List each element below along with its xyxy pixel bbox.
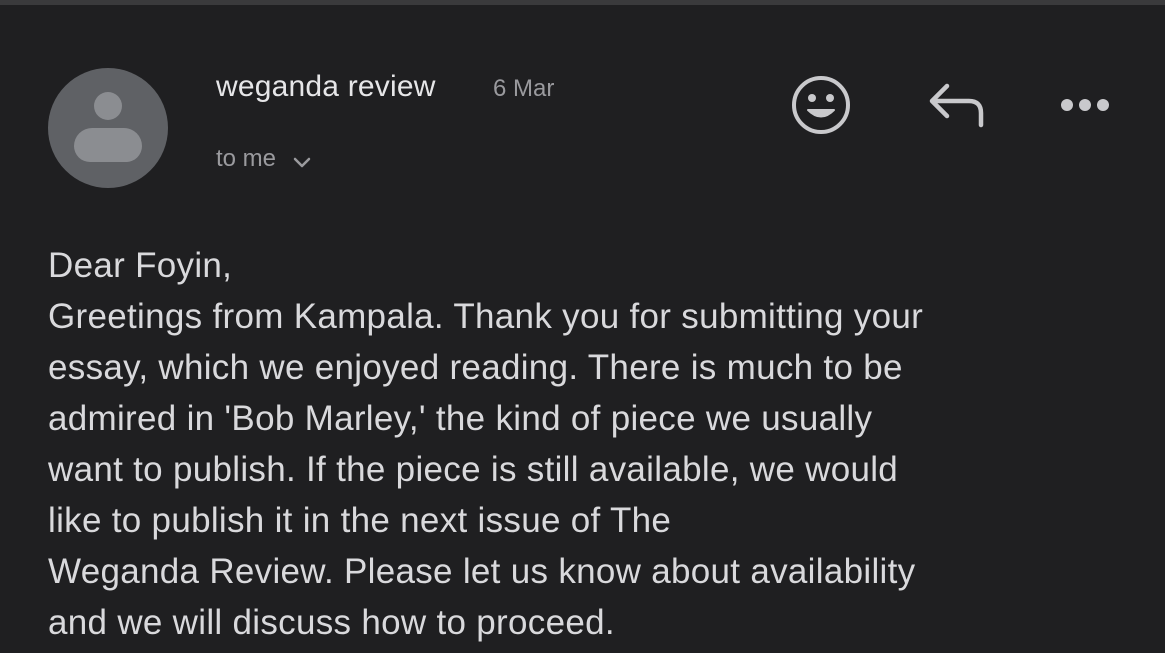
recipient-toggle[interactable]: to me: [216, 143, 314, 175]
email-body-line: like to publish it in the next issue of …: [48, 501, 672, 540]
sender-name[interactable]: weganda review: [216, 70, 436, 104]
emoji-reaction-button[interactable]: [788, 72, 854, 138]
sender-avatar[interactable]: [48, 68, 168, 188]
email-body-line: Greetings from Kampala. Thank you for su…: [48, 297, 924, 336]
email-body-line: Dear Foyin,: [48, 246, 233, 285]
email-body-line: essay, which we enjoyed reading. There i…: [48, 348, 903, 387]
person-icon-head: [94, 92, 122, 120]
email-body-line: admired in 'Bob Marley,' the kind of pie…: [48, 399, 873, 438]
email-view: weganda review 6 Mar to me Dear Foyin, G…: [0, 0, 1165, 653]
reply-button[interactable]: [922, 76, 988, 134]
more-horizontal-icon: [1061, 99, 1109, 111]
email-body-line: and we will discuss how to proceed.: [48, 603, 615, 642]
email-body: Dear Foyin, Greetings from Kampala. Than…: [48, 240, 1148, 648]
chevron-down-icon: [293, 157, 311, 168]
email-body-line: Weganda Review. Please let us know about…: [48, 552, 916, 591]
top-divider: [0, 0, 1165, 5]
person-icon-body: [74, 128, 142, 162]
email-date: 6 Mar: [493, 75, 555, 102]
recipient-label: to me: [216, 145, 277, 172]
reply-icon: [929, 83, 984, 128]
email-body-line: want to publish. If the piece is still a…: [48, 450, 899, 489]
smiley-face-icon: [792, 76, 850, 134]
more-options-button[interactable]: [1052, 80, 1118, 130]
